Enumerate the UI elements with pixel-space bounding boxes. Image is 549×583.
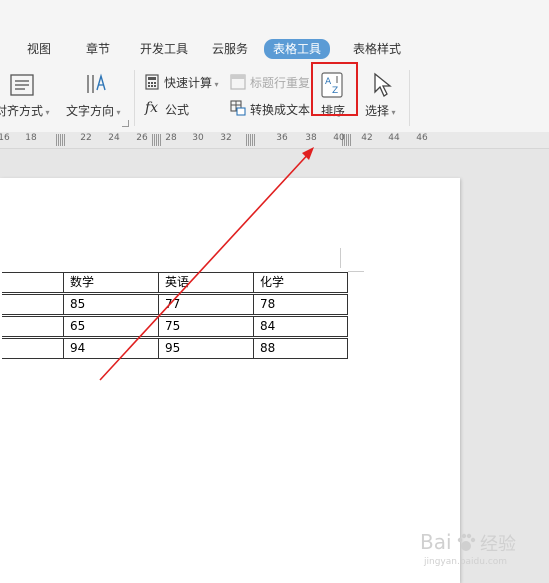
paw-logo-icon xyxy=(457,533,476,551)
annotation-arrow xyxy=(99,147,314,381)
watermark-url: jingyan.baidu.com xyxy=(424,557,508,567)
watermark-brand: Bai xyxy=(420,530,452,554)
watermark-brand-suffix: 经验 xyxy=(480,534,516,555)
